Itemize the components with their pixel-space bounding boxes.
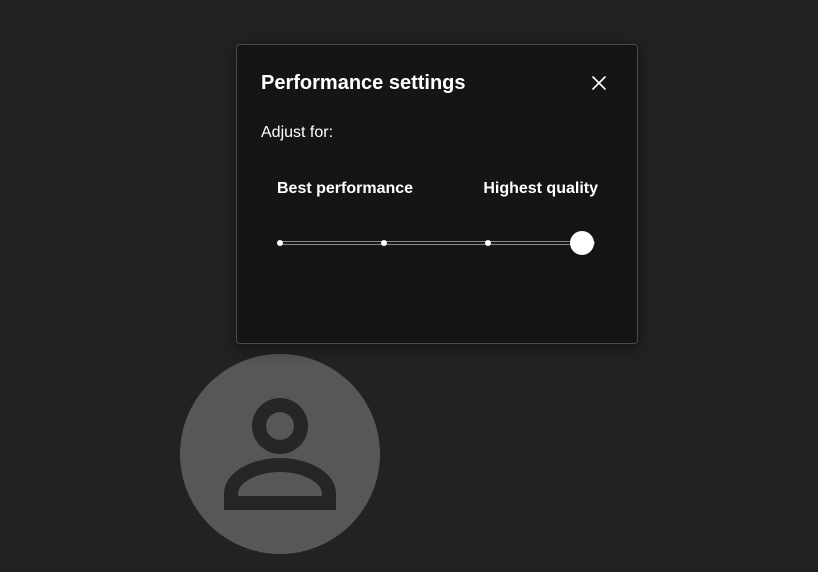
best-performance-label: Best performance [277,180,414,197]
slider-tick[interactable] [485,240,491,246]
performance-settings-dialog: Performance settings Adjust for: Best pe… [236,44,638,344]
slider-thumb[interactable] [570,231,594,255]
dialog-title: Performance settings [261,72,466,94]
slider-track[interactable] [279,241,595,245]
close-button[interactable] [585,69,613,97]
slider-tick[interactable] [381,240,387,246]
avatar [180,354,380,554]
close-icon [592,76,606,90]
quality-slider[interactable] [277,231,597,255]
person-icon [224,398,336,510]
adjust-for-label: Adjust for: [261,124,334,141]
highest-quality-label: Highest quality [483,180,598,197]
slider-tick[interactable] [277,240,283,246]
